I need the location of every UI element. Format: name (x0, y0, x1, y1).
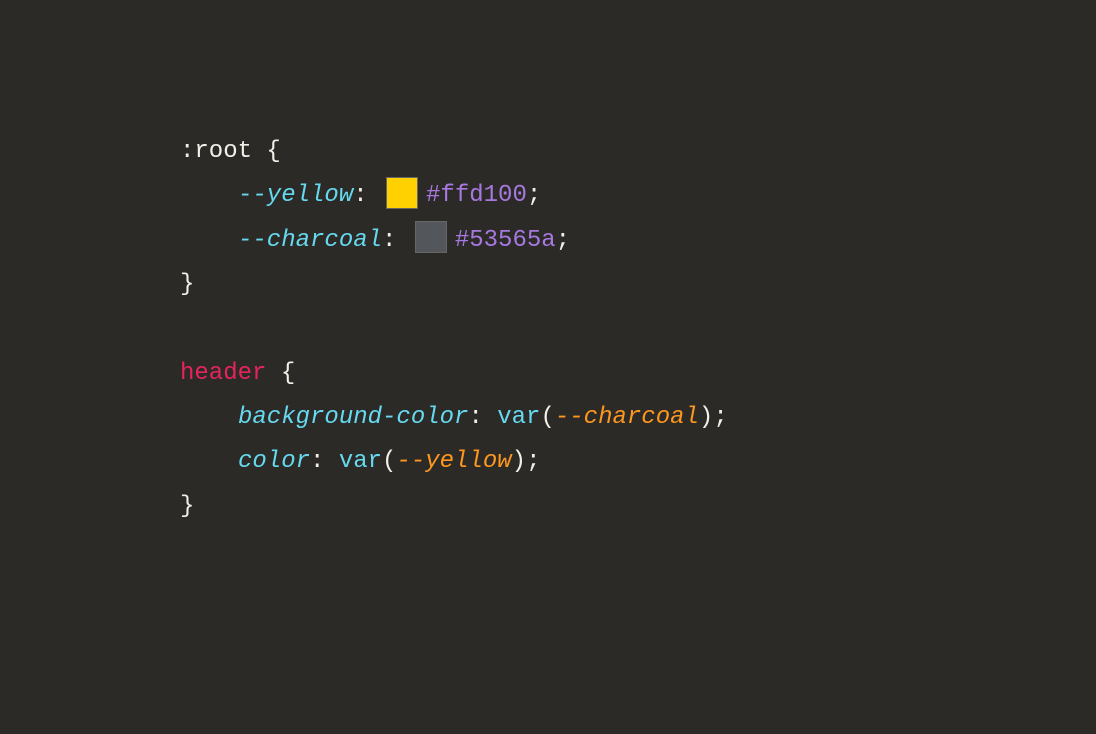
css-selector: header (180, 360, 266, 387)
code-line: --yellow: #ffd100; (180, 174, 1096, 218)
colon: : (468, 404, 497, 431)
code-line: :root { (180, 130, 1096, 174)
css-value: #53565a (455, 227, 556, 254)
color-swatch-icon[interactable] (415, 221, 447, 253)
css-property: background-color (238, 404, 468, 431)
code-line: color: var(--yellow); (180, 440, 1096, 484)
colon: : (310, 448, 339, 475)
css-property: --charcoal (238, 227, 382, 254)
css-value: #ffd100 (426, 182, 527, 209)
semicolon: ; (713, 404, 727, 431)
paren: ( (382, 448, 396, 475)
code-line: background-color: var(--charcoal); (180, 396, 1096, 440)
code-line: } (180, 263, 1096, 307)
code-line: header { (180, 352, 1096, 396)
code-editor[interactable]: :root { --yellow: #ffd100; --charcoal: #… (0, 0, 1096, 529)
css-param: --yellow (396, 448, 511, 475)
blank-line (180, 308, 1096, 352)
paren: ) (512, 448, 526, 475)
semicolon: ; (526, 448, 540, 475)
brace: } (180, 493, 194, 520)
semicolon: ; (527, 182, 541, 209)
brace: { (266, 360, 295, 387)
paren: ) (699, 404, 713, 431)
css-property: --yellow (238, 182, 353, 209)
code-line: --charcoal: #53565a; (180, 219, 1096, 263)
css-param: --charcoal (555, 404, 699, 431)
brace: } (180, 271, 194, 298)
css-selector: :root (180, 138, 252, 165)
code-line: } (180, 485, 1096, 529)
colon: : (353, 182, 382, 209)
color-swatch-icon[interactable] (386, 177, 418, 209)
css-function: var (497, 404, 540, 431)
css-property: color (238, 448, 310, 475)
css-function: var (339, 448, 382, 475)
colon: : (382, 227, 411, 254)
semicolon: ; (556, 227, 570, 254)
paren: ( (540, 404, 554, 431)
brace: { (252, 138, 281, 165)
